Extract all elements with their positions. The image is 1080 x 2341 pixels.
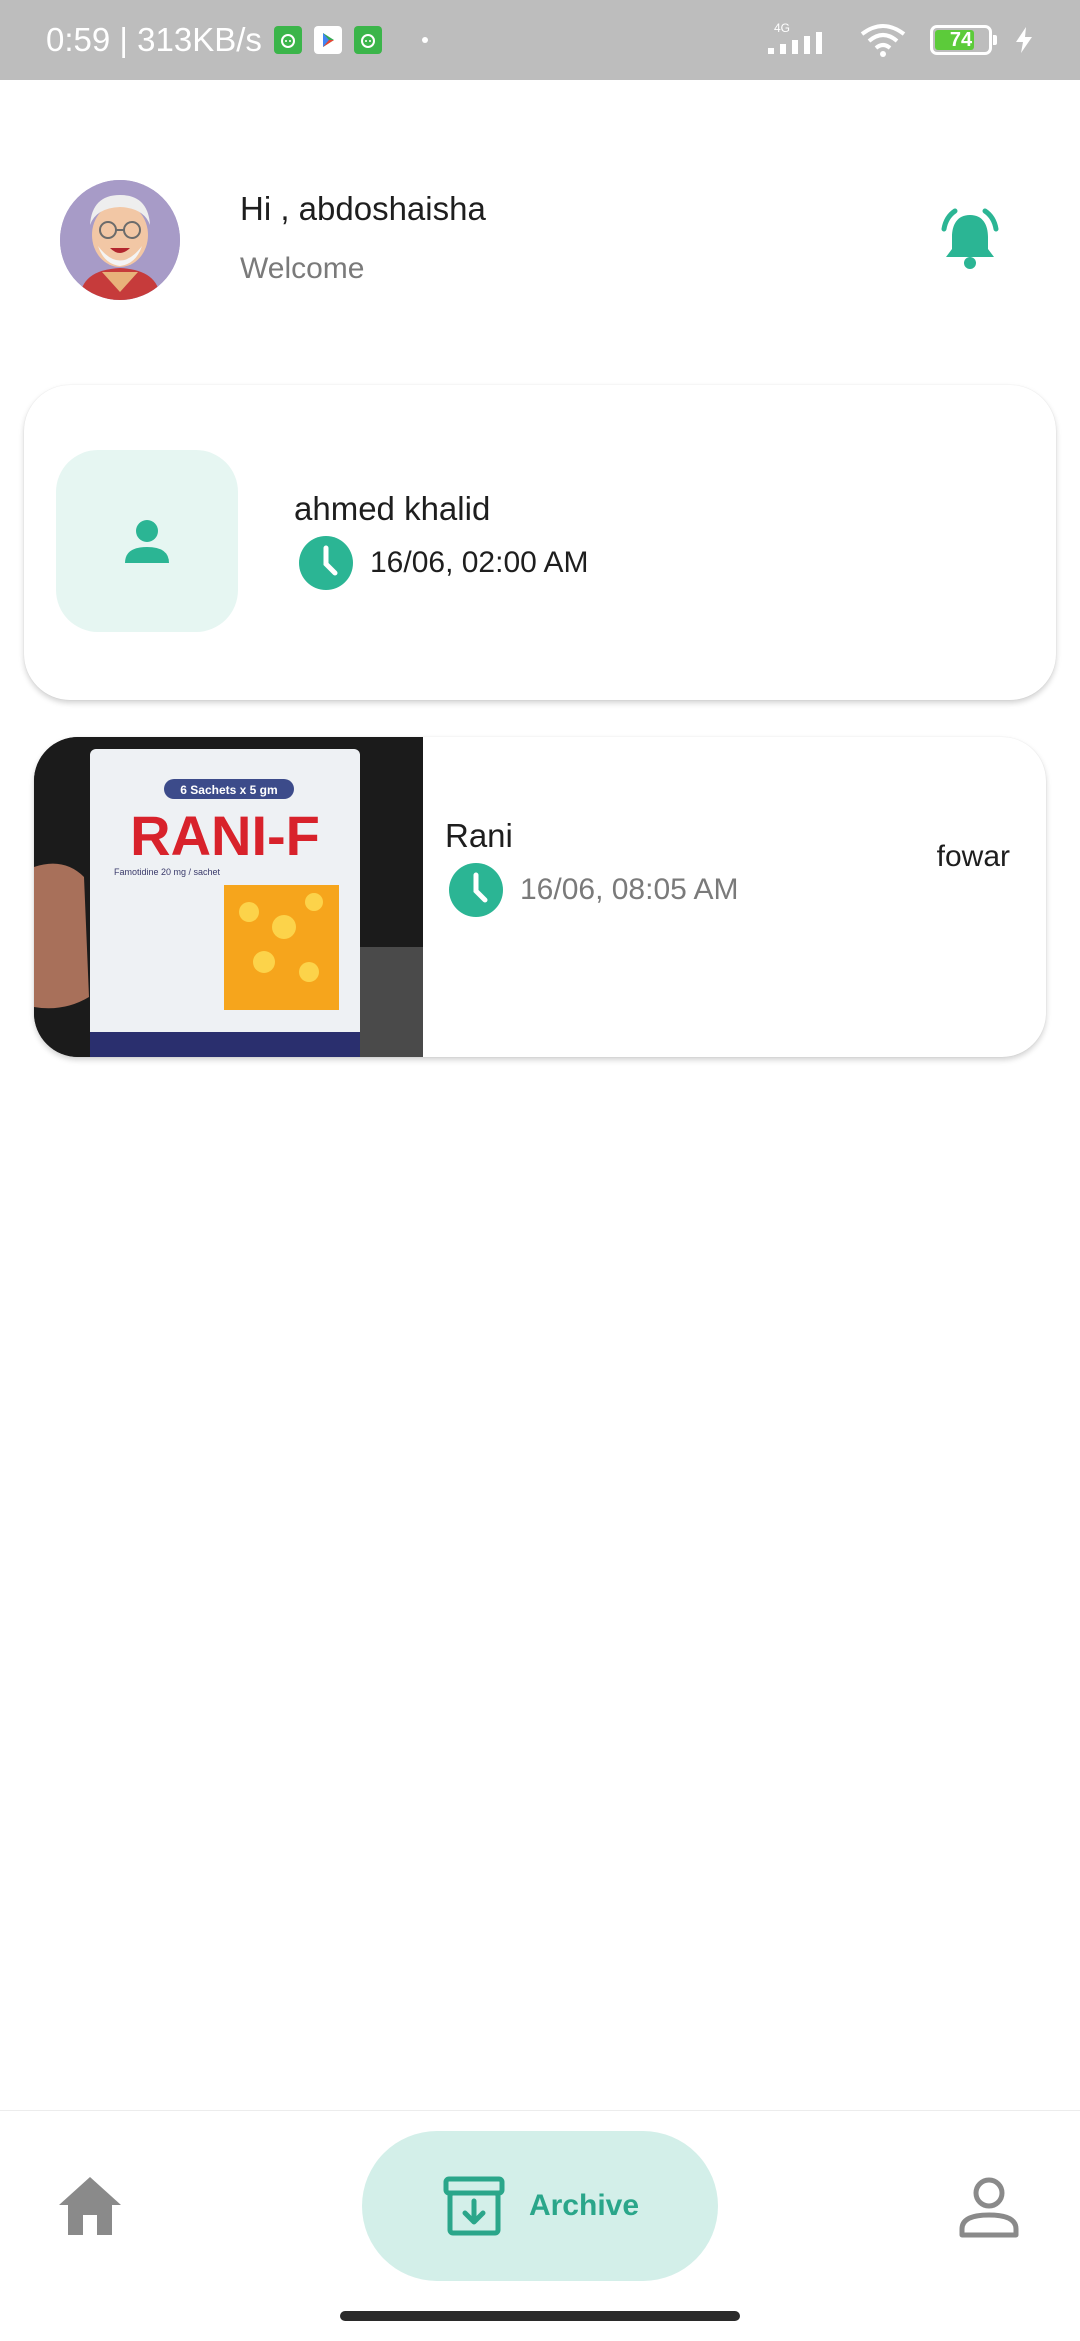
clock-icon [299, 536, 353, 590]
app-notification-icon-2 [353, 26, 382, 54]
profile-icon[interactable] [954, 2171, 1024, 2241]
status-bar: 0:59 | 313KB/s 4G 74 [0, 0, 1080, 80]
medicine-name: Rani [445, 817, 513, 854]
avatar-illustration-icon [60, 180, 180, 300]
appointment-name: ahmed khalid [294, 490, 491, 527]
appointment-datetime: 16/06, 02:00 AM [370, 546, 589, 579]
archive-tab[interactable]: Archive [362, 2131, 718, 2281]
battery-level: 74 [949, 28, 973, 51]
greeting-text: Hi , abdoshaisha [240, 190, 486, 227]
more-notifications-dot [421, 37, 428, 43]
home-icon[interactable] [55, 2171, 125, 2241]
gesture-home-bar[interactable] [340, 2311, 740, 2321]
svg-text:6 Sachets x 5 gm: 6 Sachets x 5 gm [180, 783, 277, 797]
archive-icon [443, 2176, 505, 2236]
welcome-text: Welcome [240, 252, 365, 285]
battery-icon: 74 [930, 25, 997, 55]
status-left: 0:59 | 313KB/s [46, 0, 428, 80]
person-icon [125, 520, 169, 563]
medicine-card[interactable]: 6 Sachets x 5 gm RANI-F Famotidine 20 mg… [34, 737, 1046, 1057]
svg-text:Famotidine 20 mg / sachet: Famotidine 20 mg / sachet [114, 867, 221, 877]
avatar[interactable] [60, 180, 180, 300]
archive-label: Archive [528, 2189, 640, 2222]
status-time: 0:59 | 313KB/s [46, 21, 262, 58]
signal-icon: 4G [768, 21, 822, 54]
bottom-navigation: Archive [0, 2110, 1080, 2341]
medicine-time-row: 16/06, 08:05 AM [448, 862, 739, 918]
medicine-photo: 6 Sachets x 5 gm RANI-F Famotidine 20 mg… [34, 737, 423, 1057]
app-notification-icon [273, 26, 302, 54]
medicine-box-image: 6 Sachets x 5 gm RANI-F Famotidine 20 mg… [34, 737, 423, 1057]
person-avatar-tile [56, 450, 238, 632]
network-type: 4G [774, 21, 790, 35]
medicine-datetime: 16/06, 08:05 AM [520, 873, 739, 906]
appointment-time-row: 16/06, 02:00 AM [298, 535, 589, 591]
clock-icon [449, 863, 503, 917]
status-right: 4G 74 [766, 0, 1034, 80]
wifi-icon [860, 24, 906, 57]
notification-bell-icon[interactable] [935, 205, 1005, 275]
appointment-card[interactable]: ahmed khalid 16/06, 02:00 AM [24, 385, 1056, 700]
charging-icon [1016, 27, 1032, 53]
play-store-icon [313, 26, 342, 54]
svg-text:RANI-F: RANI-F [130, 804, 320, 867]
medicine-tag: fowar [936, 840, 1010, 873]
